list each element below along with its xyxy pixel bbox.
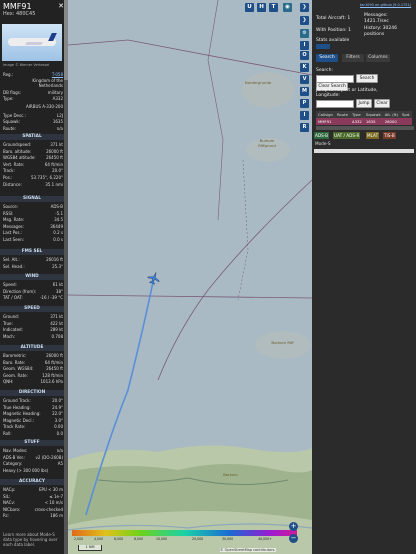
col-squawk[interactable]: Squawk	[364, 111, 383, 118]
alt-tick-2: 4,000	[94, 537, 104, 541]
callsign-title: MMF91	[3, 2, 32, 11]
section-header-accuracy: ACCURACY	[0, 479, 64, 485]
image-credit: Image © Werner Vertessel	[3, 63, 50, 67]
section-header-wind: WIND	[0, 274, 64, 280]
history-sub: positions	[364, 32, 385, 37]
side-button-i[interactable]: I	[300, 41, 309, 50]
section-header-fms: FMS SEL	[0, 249, 64, 255]
map-button-h[interactable]: H	[257, 3, 266, 12]
side-button-i2[interactable]: I	[300, 111, 309, 120]
jump-label: Jump to Airport or Latitude, Longitude:	[316, 88, 378, 98]
badge-tisb: TIS-B	[383, 132, 396, 139]
settings-icon[interactable]: ⚙	[300, 29, 309, 38]
stats-available: Stats available	[316, 38, 350, 43]
collapse-sidebar-icon[interactable]: ❯	[300, 3, 309, 12]
section-header-signal: SIGNAL	[0, 196, 64, 202]
badge-modes: Mode-S	[315, 141, 331, 146]
tab-search[interactable]: Search	[316, 54, 338, 62]
section-header-direction: DIRECTION	[0, 390, 64, 396]
alt-tick-1: 2,000	[74, 537, 84, 541]
table-header: Callsign Route Type Squawk Alt. (ft) Spd…	[316, 111, 413, 118]
map-attribution: © OpenStreetMap contributors.	[220, 548, 276, 552]
aircraft-info-panel: MMF91 Hex: 480C45 ✕ Image © Werner Verte…	[0, 0, 68, 554]
alt-tick-3: 6,000	[114, 537, 124, 541]
table-row[interactable]: MMF91 A332 1635 26000	[316, 118, 413, 125]
jump-input[interactable]	[316, 100, 354, 108]
aircraft-table: Callsign Route Type Squawk Alt. (ft) Spd…	[316, 111, 413, 125]
zoom-out-button[interactable]: −	[289, 534, 298, 543]
expand-icon[interactable]: ❯	[300, 16, 309, 25]
alt-tick-7: 30,000	[222, 537, 234, 541]
badge-uat: UAT / ADS-R	[333, 132, 361, 139]
side-button-k[interactable]: K	[300, 63, 309, 72]
tab-filters[interactable]: Filters	[342, 54, 364, 62]
aircraft-marker[interactable]	[146, 270, 161, 285]
map-label-2: Burkum Riffgrund	[258, 138, 276, 148]
hex-code: Hex: 480C45	[3, 11, 36, 17]
alt-tick-8: 40,000+	[258, 537, 272, 541]
clear-jump-button[interactable]: Clear	[374, 99, 390, 108]
messages-label: Messages:	[364, 13, 388, 18]
altitude-color-scale	[72, 530, 297, 536]
section-header-altitude: ALTITUDE	[0, 345, 64, 351]
map-button-t[interactable]: T	[269, 3, 278, 12]
zoom-in-button[interactable]: +	[289, 522, 298, 531]
col-alt[interactable]: Alt. (ft)	[383, 111, 400, 118]
aircraft-photo[interactable]	[2, 24, 62, 61]
section-header-spatial: SPATIAL	[0, 134, 64, 140]
side-button-m[interactable]: M	[300, 87, 309, 96]
map-view[interactable]: Nordergrunde Burkum Riffgrund Burkum Rif…	[68, 0, 312, 554]
badge-adsb: ADS-B	[314, 132, 329, 139]
layers-icon[interactable]: ◉	[283, 3, 292, 12]
search-button[interactable]: Search	[356, 74, 378, 83]
jump-button[interactable]: Jump	[356, 99, 372, 108]
search-label: Search:	[316, 68, 333, 73]
side-button-r[interactable]: R	[300, 123, 309, 132]
right-panel: tar1090 on github (9.0.1751) Total Aircr…	[312, 0, 416, 554]
with-position: With Position: 1	[316, 28, 351, 33]
map-label-4: Borkum	[223, 472, 238, 477]
section-header-speed: SPEED	[0, 306, 64, 312]
distance-scale: 1 NM	[78, 545, 102, 551]
stats-chart-icon[interactable]	[316, 44, 330, 49]
col-callsign[interactable]: Callsign	[316, 111, 335, 118]
right-scrollbar[interactable]	[314, 149, 414, 153]
table-scrollbar[interactable]	[316, 126, 414, 130]
total-aircraft: Total Aircraft: 1	[316, 16, 351, 21]
alt-tick-4: 8,000	[134, 537, 144, 541]
side-button-p[interactable]: P	[300, 99, 309, 108]
side-button-v[interactable]: V	[300, 75, 309, 84]
badge-mlat: MLAT	[366, 132, 380, 139]
reg-link[interactable]: T-058	[52, 72, 63, 77]
map-label-3: Burkum Riff	[271, 340, 294, 345]
col-route[interactable]: Route	[335, 111, 350, 118]
messages-value: 1421.7/sec	[364, 19, 389, 24]
section-header-stuff: STUFF	[0, 440, 64, 446]
country: Kingdom of the Netherlands	[32, 78, 63, 88]
map-button-u[interactable]: U	[245, 3, 254, 12]
col-spd[interactable]: Spd.	[400, 111, 412, 118]
version-link[interactable]: tar1090 on github (9.0.1751)	[360, 3, 411, 7]
help-text: Learn more about Mode-S data type by hov…	[3, 532, 58, 547]
history-label: History: 30246	[364, 26, 397, 31]
category-note: Heavy (> 300 000 lbs)	[3, 467, 49, 473]
side-button-o[interactable]: O	[300, 51, 309, 60]
alt-tick-5: 10,000	[156, 537, 168, 541]
map-label-1: Nordergrunde	[244, 80, 272, 85]
col-type[interactable]: Type	[350, 111, 364, 118]
tab-columns[interactable]: Columns	[366, 54, 390, 62]
alt-tick-6: 20,000	[192, 537, 204, 541]
